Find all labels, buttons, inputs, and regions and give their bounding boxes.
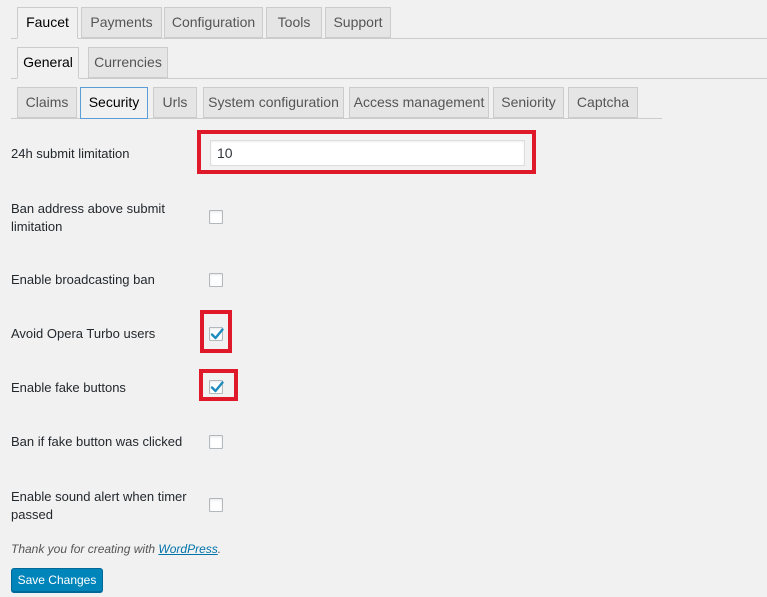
broadcast-ban-label: Enable broadcasting ban xyxy=(11,272,155,287)
ban-above-limit-label: Ban address above submit limitation xyxy=(11,201,165,234)
sound-alert-checkbox[interactable] xyxy=(209,498,223,512)
tab-faucet[interactable]: Faucet xyxy=(17,7,78,39)
opera-turbo-label: Avoid Opera Turbo users xyxy=(11,326,156,341)
tab-payments[interactable]: Payments xyxy=(81,7,162,38)
sub-tabs-divider xyxy=(11,78,767,79)
tab-claims[interactable]: Claims xyxy=(17,87,77,118)
tab-general[interactable]: General xyxy=(17,47,79,79)
ban-above-limit-checkbox[interactable] xyxy=(209,210,223,224)
tab-seniority[interactable]: Seniority xyxy=(493,87,564,118)
tab-system-configuration[interactable]: System configuration xyxy=(203,87,344,118)
checkmark-icon xyxy=(210,328,224,340)
tab-access-management[interactable]: Access management xyxy=(349,87,489,118)
main-tabs: Faucet Payments Configuration Tools Supp… xyxy=(11,7,767,39)
footer-suffix: . xyxy=(217,542,222,556)
tab-security[interactable]: Security xyxy=(80,87,148,119)
wordpress-link[interactable]: WordPress xyxy=(158,542,217,556)
save-changes-button[interactable]: Save Changes xyxy=(11,568,103,592)
tab-urls[interactable]: Urls xyxy=(153,87,197,118)
sub-tabs: General Currencies xyxy=(11,47,767,79)
opera-turbo-checkbox[interactable] xyxy=(209,327,224,341)
tab-configuration[interactable]: Configuration xyxy=(164,7,263,38)
tab-tools[interactable]: Tools xyxy=(266,7,322,38)
ban-fake-click-label: Ban if fake button was clicked xyxy=(11,434,183,449)
ban-fake-click-checkbox[interactable] xyxy=(209,435,223,449)
section-tabs: Claims Security Urls System configuratio… xyxy=(11,87,662,119)
footer-text: Thank you for creating with WordPress. xyxy=(11,542,221,556)
tab-support[interactable]: Support xyxy=(325,7,391,38)
tab-captcha[interactable]: Captcha xyxy=(568,87,638,118)
broadcast-ban-checkbox[interactable] xyxy=(209,273,223,287)
submit-limit-input[interactable] xyxy=(210,140,525,166)
fake-buttons-label: Enable fake buttons xyxy=(11,380,126,395)
sound-alert-label: Enable sound alert when timer passed xyxy=(11,489,187,522)
main-tabs-divider xyxy=(11,38,767,39)
tab-currencies[interactable]: Currencies xyxy=(88,47,168,78)
submit-limit-label: 24h submit limitation xyxy=(11,146,130,161)
footer-prefix: Thank you for creating with xyxy=(11,542,159,556)
fake-buttons-checkbox[interactable] xyxy=(209,380,224,394)
checkmark-icon xyxy=(210,381,224,393)
